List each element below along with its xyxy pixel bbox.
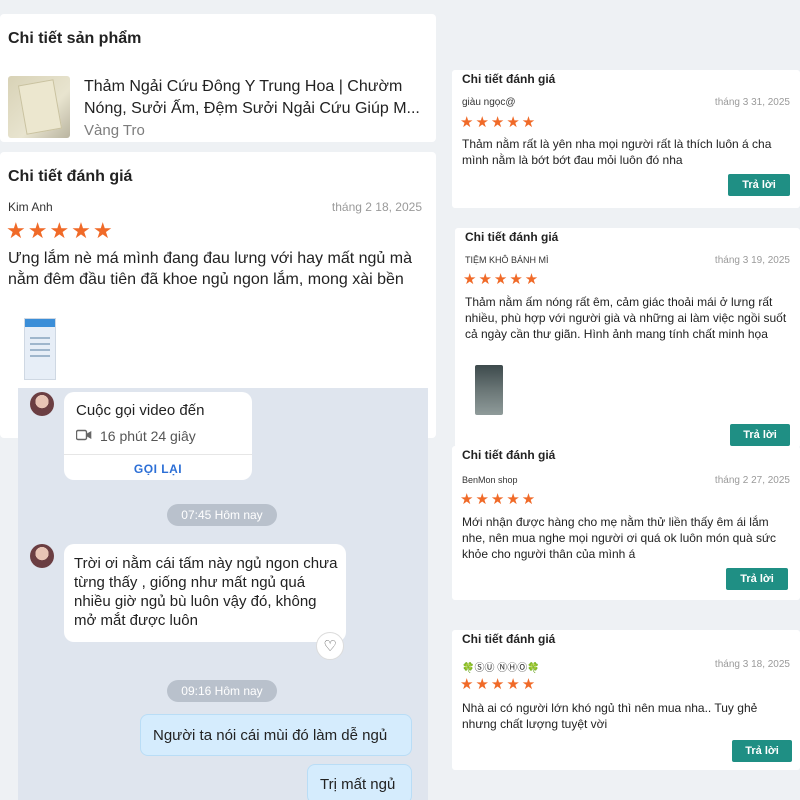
product-variant: Vàng Tro <box>84 122 145 139</box>
reviewer-name: giàu ngọc@ <box>462 97 516 108</box>
product-section-title: Chi tiết sản phẩm <box>8 30 142 47</box>
incoming-message-bubble: Trời ơi nằm cái tấm này ngủ ngon chưa từ… <box>64 544 346 642</box>
call-duration: 16 phút 24 giây <box>100 428 196 444</box>
star-rating: ★★★★★ <box>460 676 538 693</box>
reply-button[interactable]: Trả lời <box>728 174 790 196</box>
heart-icon[interactable]: ♡ <box>316 632 344 660</box>
review-attachment-thumbnail[interactable] <box>24 318 56 380</box>
call-duration-row: 16 phút 24 giây <box>75 428 196 444</box>
review-card: Chi tiết đánh giá BenMon shop tháng 2 27… <box>452 446 800 600</box>
review-date: tháng 2 18, 2025 <box>331 200 422 214</box>
timestamp-pill: 07:45 Hôm nay <box>167 504 277 526</box>
review-section-title: Chi tiết đánh giá <box>8 168 133 185</box>
product-details-card: Chi tiết sản phẩm Thảm Ngải Cứu Đông Y T… <box>0 14 436 142</box>
review-text: Mới nhận được hàng cho mẹ nằm thử liền t… <box>462 515 776 561</box>
star-rating: ★★★★★ <box>460 491 538 508</box>
review-section-title: Chi tiết đánh giá <box>462 448 556 462</box>
chat-screenshot: Cuộc gọi video đến 16 phút 24 giây GỌI L… <box>18 388 428 800</box>
star-rating: ★★★★★ <box>463 271 541 288</box>
video-call-bubble: Cuộc gọi video đến 16 phút 24 giây GỌI L… <box>64 392 252 480</box>
review-section-title: Chi tiết đánh giá <box>462 72 556 86</box>
review-date: tháng 3 31, 2025 <box>714 97 790 108</box>
video-camera-icon <box>75 428 92 444</box>
outgoing-message-bubble: Trị mất ngủ <box>307 764 412 800</box>
star-rating: ★★★★★ <box>6 218 115 243</box>
review-date: tháng 3 18, 2025 <box>714 659 790 670</box>
product-thumbnail[interactable] <box>8 76 70 138</box>
review-card: Chi tiết đánh giá 🍀ⓈⓊ ⓃⒽⓄ🍀 tháng 3 18, 2… <box>452 630 800 770</box>
product-name[interactable]: Thảm Ngải Cứu Đông Y Trung Hoa | Chườm N… <box>84 76 424 120</box>
reply-button[interactable]: Trả lời <box>726 568 788 590</box>
reviewer-name: TIỆM KHÔ BÁNH MÌ <box>465 255 549 265</box>
avatar <box>30 392 54 416</box>
reply-button[interactable]: Trả lời <box>730 424 790 446</box>
review-section-title: Chi tiết đánh giá <box>462 632 556 646</box>
outgoing-message-bubble: Người ta nói cái mùi đó làm dễ ngủ <box>140 714 412 756</box>
review-date: tháng 3 19, 2025 <box>714 255 790 266</box>
star-rating: ★★★★★ <box>460 114 538 131</box>
call-back-button[interactable]: GỌI LẠI <box>64 462 252 476</box>
review-attachment-thumbnail[interactable] <box>475 365 503 415</box>
review-section-title: Chi tiết đánh giá <box>465 230 559 244</box>
review-card: Chi tiết đánh giá TIỆM KHÔ BÁNH MÌ tháng… <box>455 228 800 448</box>
divider <box>64 454 252 455</box>
review-text: Thảm nằm ấm nóng rất êm, cảm giác thoải … <box>465 295 787 341</box>
call-title: Cuộc gọi video đến <box>76 402 205 419</box>
review-card: Chi tiết đánh giá giàu ngọc@ tháng 3 31,… <box>452 70 800 208</box>
avatar <box>30 544 54 568</box>
reviewer-name: BenMon shop <box>462 475 518 485</box>
reviewer-name: Kim Anh <box>8 200 53 214</box>
review-text: Nhà ai có người lớn khó ngủ thì nên mua … <box>462 701 758 731</box>
review-text: Ưng lắm nè má mình đang đau lưng với hay… <box>8 250 412 288</box>
incoming-message-text: Trời ơi nằm cái tấm này ngủ ngon chưa từ… <box>74 555 338 629</box>
timestamp-pill: 09:16 Hôm nay <box>167 680 277 702</box>
reply-button[interactable]: Trả lời <box>732 740 792 762</box>
review-date: tháng 2 27, 2025 <box>714 475 790 486</box>
review-text: Thảm nằm rất là yên nha mọi người rất là… <box>462 137 772 167</box>
reviewer-name: 🍀ⓈⓊ ⓃⒽⓄ🍀 <box>462 663 540 674</box>
